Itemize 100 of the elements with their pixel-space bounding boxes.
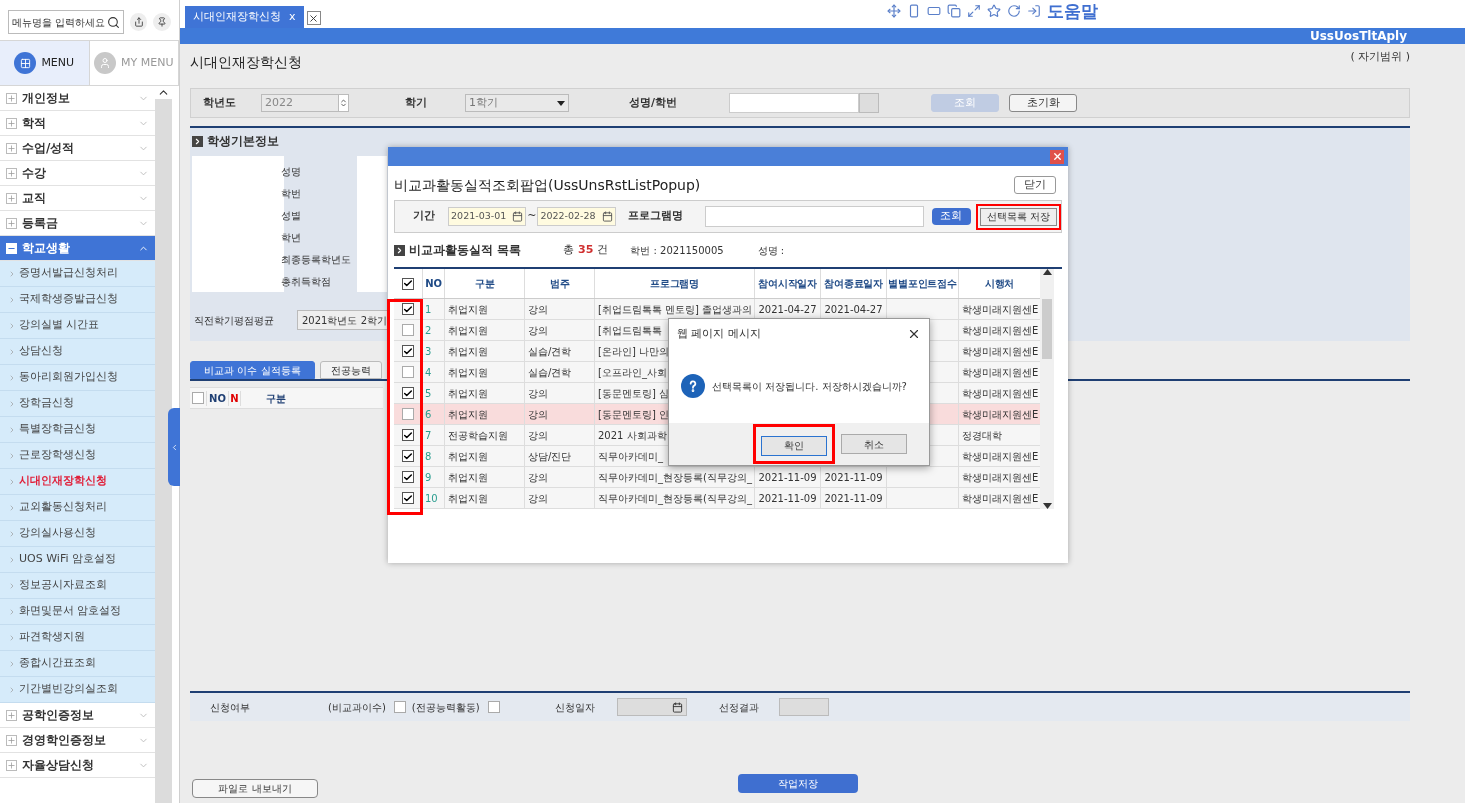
search-button[interactable]: 초기화 bbox=[1009, 94, 1077, 112]
refresh-icon[interactable] bbox=[1007, 4, 1021, 19]
menu-item[interactable]: 특별장학금신청 bbox=[0, 417, 155, 443]
field-label: 프로그램명 bbox=[627, 208, 684, 225]
close-all-icon[interactable] bbox=[306, 11, 321, 25]
table-cell-text: 강의 bbox=[528, 323, 548, 338]
menu-item[interactable]: 증명서발급신청처리 bbox=[0, 261, 155, 287]
close-icon[interactable] bbox=[907, 327, 921, 341]
close-button[interactable]: 닫기 bbox=[1014, 176, 1056, 194]
star-icon[interactable] bbox=[987, 4, 1001, 19]
save-button[interactable]: 작업저장 bbox=[738, 774, 858, 793]
search-icon[interactable] bbox=[106, 15, 120, 29]
plus-icon bbox=[6, 167, 17, 179]
dialog-button[interactable]: 취소 bbox=[841, 434, 907, 454]
table-row[interactable]: 9 취업지원 강의 직무아카데미_현장등록(직무강의_ 2021-11-09 2021-11-09 학생미래지원센E bbox=[394, 467, 1040, 488]
calendar-icon[interactable] bbox=[601, 211, 613, 222]
menu-group[interactable]: 학교생활 bbox=[0, 236, 155, 261]
column-header: N bbox=[228, 390, 240, 406]
name-field[interactable] bbox=[729, 93, 859, 113]
date-field[interactable]: 2021-03-01 bbox=[448, 207, 527, 226]
chevron-right-icon bbox=[8, 607, 16, 616]
menu-item[interactable]: 파견학생지원 bbox=[0, 625, 155, 651]
menu-item[interactable]: UOS WiFi 암호설정 bbox=[0, 547, 155, 573]
exit-icon[interactable] bbox=[1027, 4, 1041, 19]
date-field[interactable]: 2022-02-28 bbox=[537, 207, 616, 226]
menu-item[interactable]: 강의실사용신청 bbox=[0, 521, 155, 547]
checkbox[interactable] bbox=[402, 366, 414, 378]
checkbox[interactable] bbox=[487, 701, 500, 713]
checkbox[interactable] bbox=[402, 492, 414, 504]
plus-icon bbox=[6, 734, 17, 746]
search-button[interactable]: 조회 bbox=[931, 208, 971, 225]
menu-item[interactable]: 근로장학생신청 bbox=[0, 443, 155, 469]
table-cell-text: 5 bbox=[425, 386, 432, 401]
menu-item[interactable]: 종합시간표조회 bbox=[0, 651, 155, 677]
chevron-right-icon bbox=[8, 347, 16, 356]
save-selection-button[interactable]: 선택목록 저장 bbox=[979, 207, 1057, 226]
table-row[interactable]: 1 취업지원 강의 [취업드림톡톡 멘토링] 졸업생과의 2021-04-27 2021-04-27 학생미래지원센E bbox=[394, 299, 1040, 320]
menu-item[interactable]: 정보공시자료조회 bbox=[0, 573, 155, 599]
section-tab[interactable]: 전공능력 bbox=[320, 361, 382, 379]
calendar-icon[interactable] bbox=[671, 701, 683, 713]
menu-search-field[interactable]: 메뉴명을 입력하세요 bbox=[8, 10, 124, 34]
tab-close-button[interactable]: x bbox=[289, 8, 296, 26]
name-lookup-field[interactable] bbox=[859, 93, 879, 113]
result-field bbox=[778, 698, 829, 716]
scroll-thumb[interactable] bbox=[1042, 299, 1052, 359]
menu-item[interactable]: 동아리회원가입신청 bbox=[0, 365, 155, 391]
table-row[interactable]: 10 취업지원 강의 직무아카데미_현장등록(직무강의_ 2021-11-09 2021-11-09 학생미래지원센E bbox=[394, 488, 1040, 509]
menu-item[interactable]: 상담신청 bbox=[0, 339, 155, 365]
table-cell-text: [온라인] 나만의 bbox=[598, 344, 669, 359]
menu-item[interactable]: 국제학생증발급신청 bbox=[0, 287, 155, 313]
table-cell-text: 실습/견학 bbox=[528, 365, 572, 380]
term-select[interactable]: 1학기 bbox=[465, 94, 569, 112]
header-checkbox[interactable] bbox=[402, 277, 414, 290]
section-title: 학생기본정보 bbox=[207, 133, 279, 150]
plus-icon bbox=[6, 192, 17, 204]
plus-icon bbox=[6, 759, 17, 771]
checkbox[interactable] bbox=[402, 429, 414, 441]
menu-item[interactable]: 화면및문서 암호설정 bbox=[0, 599, 155, 625]
checkbox[interactable] bbox=[402, 345, 414, 357]
checkbox[interactable] bbox=[402, 408, 414, 420]
share-icon[interactable] bbox=[129, 13, 148, 31]
expand-icon[interactable] bbox=[967, 4, 981, 19]
menu-tab[interactable]: MENU bbox=[0, 41, 90, 85]
menu-item[interactable]: 장학금신청 bbox=[0, 391, 155, 417]
checkbox[interactable] bbox=[402, 450, 414, 462]
table-cell-text: 취업지원 bbox=[448, 344, 488, 359]
date-field[interactable] bbox=[616, 698, 687, 716]
chevron-right-icon bbox=[8, 685, 16, 694]
checkbox[interactable] bbox=[402, 387, 414, 399]
checkbox[interactable] bbox=[402, 303, 414, 315]
column-header: 구분 bbox=[444, 269, 524, 298]
move-icon[interactable] bbox=[887, 4, 901, 19]
pin-icon[interactable] bbox=[153, 13, 171, 31]
help-link[interactable]: 도움말 bbox=[1047, 0, 1098, 24]
menu-item[interactable]: 시대인재장학신청 bbox=[0, 469, 155, 495]
column-header: 참여종료일자 bbox=[820, 269, 886, 298]
page-tab[interactable]: 시대인재장학신청 x bbox=[185, 6, 304, 28]
menu-item[interactable]: 강의실별 시간표 bbox=[0, 313, 155, 339]
table-cell-text: 학생미래지원센E bbox=[962, 302, 1039, 317]
table-cell-text: [동문멘토링] 심 bbox=[598, 386, 669, 401]
windows-icon[interactable] bbox=[947, 4, 961, 19]
program-name-field[interactable] bbox=[705, 206, 924, 227]
table-cell-text: 취업지원 bbox=[448, 302, 488, 317]
header-checkbox[interactable] bbox=[192, 392, 204, 404]
scrollbar[interactable] bbox=[155, 86, 172, 803]
export-button[interactable]: 파일로 내보내기 bbox=[192, 779, 318, 798]
table-cell-text: 전공학습지원 bbox=[448, 428, 508, 443]
scroll-down-icon[interactable] bbox=[1042, 503, 1052, 509]
section-tab[interactable]: 비교과 이수 실적등록 bbox=[190, 361, 315, 379]
collapse-handle[interactable] bbox=[168, 408, 180, 486]
portrait-layout-icon[interactable] bbox=[907, 4, 921, 19]
checkbox[interactable] bbox=[393, 701, 406, 713]
checkbox[interactable] bbox=[402, 324, 414, 336]
menu-item[interactable]: 교외활동신청처리 bbox=[0, 495, 155, 521]
calendar-icon[interactable] bbox=[512, 211, 524, 222]
scroll-up-icon[interactable] bbox=[1042, 269, 1052, 275]
checkbox[interactable] bbox=[402, 471, 414, 483]
menu-item[interactable]: 기간별빈강의실조회 bbox=[0, 677, 155, 703]
table-scrollbar[interactable] bbox=[1040, 269, 1054, 509]
dialog-button[interactable]: 확인 bbox=[761, 435, 827, 456]
